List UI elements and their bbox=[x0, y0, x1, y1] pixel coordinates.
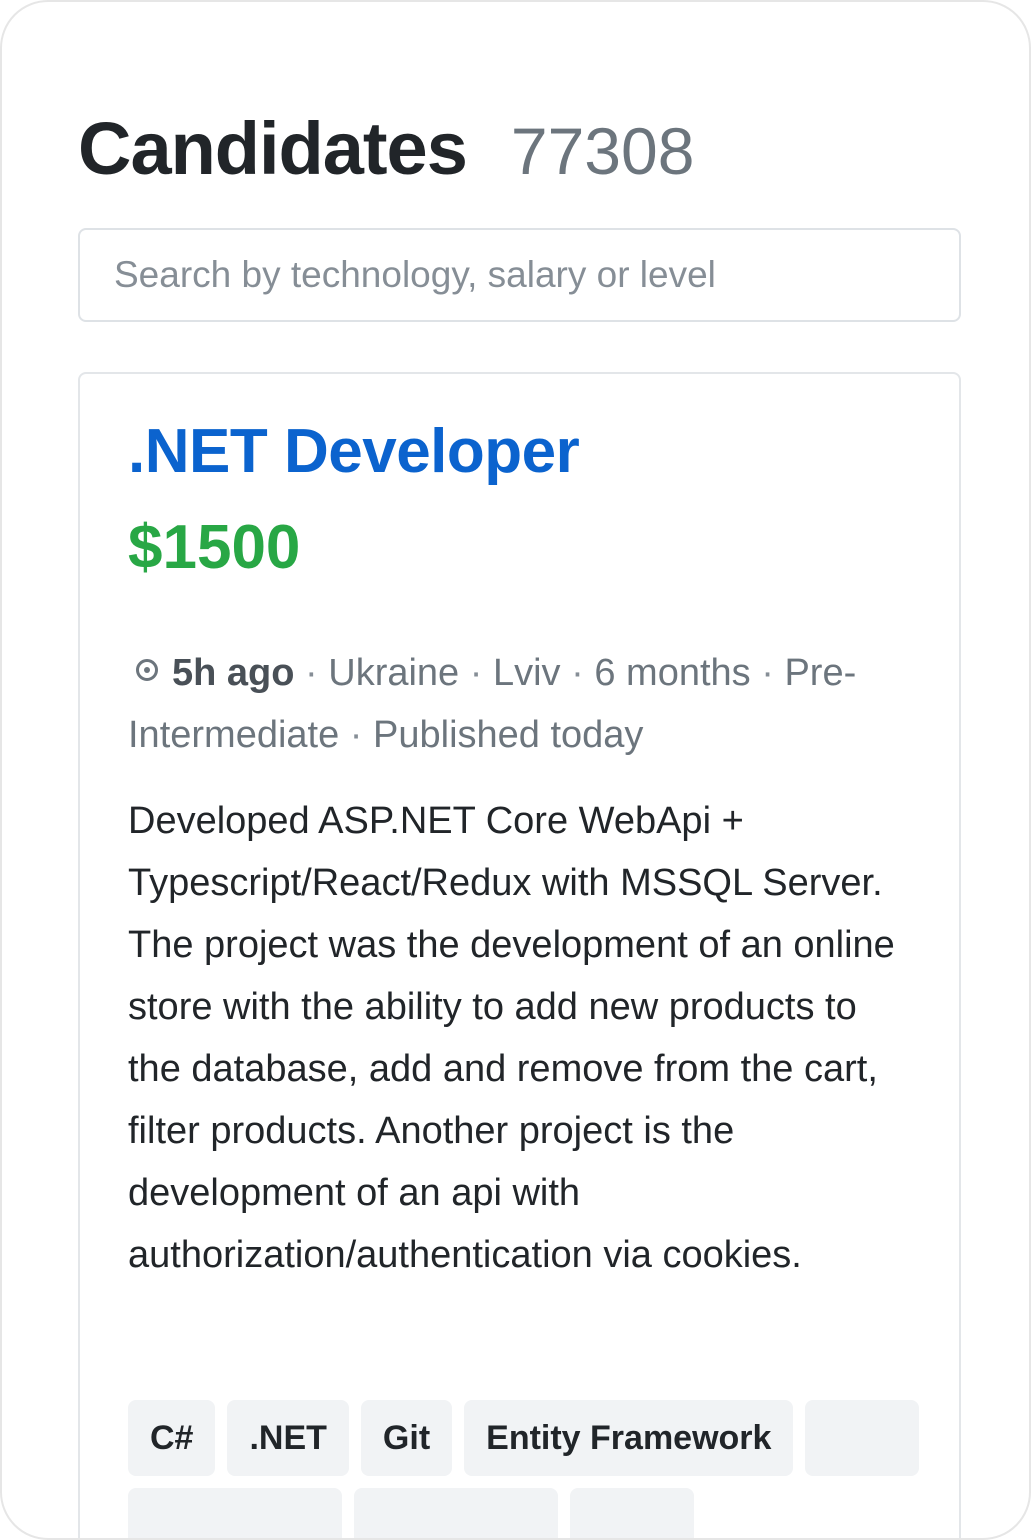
skill-tag[interactable]: Entity Framework bbox=[464, 1400, 794, 1476]
candidate-experience: 6 months bbox=[594, 652, 751, 694]
skill-tag-partial bbox=[570, 1488, 694, 1538]
skill-tag[interactable]: C# bbox=[128, 1400, 216, 1476]
skill-tag-partial bbox=[354, 1488, 558, 1538]
meta-separator: · bbox=[469, 652, 483, 694]
candidate-title-link[interactable]: .NET Developer bbox=[128, 416, 580, 487]
meta-separator: · bbox=[349, 714, 363, 756]
skill-tag[interactable]: .NET bbox=[227, 1400, 349, 1476]
meta-separator: · bbox=[305, 652, 318, 694]
page-header: Candidates 77308 bbox=[78, 106, 694, 191]
radio-dot-icon bbox=[136, 659, 158, 681]
meta-separator: · bbox=[571, 652, 584, 694]
meta-separator: · bbox=[761, 652, 774, 694]
skill-tags: C# .NET Git Entity Framework bbox=[128, 1400, 928, 1538]
page-title: Candidates bbox=[78, 107, 468, 190]
candidate-city: Lviv bbox=[492, 652, 561, 694]
candidate-published: Published today bbox=[373, 714, 644, 756]
app-screen: Candidates 77308 .NET Developer $1500 5h… bbox=[0, 0, 1031, 1540]
last-seen: 5h ago bbox=[172, 652, 295, 694]
candidate-meta: 5h ago · Ukraine · Lviv · 6 months · Pre… bbox=[128, 642, 908, 766]
candidate-country: Ukraine bbox=[328, 652, 460, 694]
candidate-description: Developed ASP.NET Core WebApi + Typescri… bbox=[128, 800, 895, 1276]
candidate-card[interactable]: .NET Developer $1500 5h ago · Ukraine · … bbox=[78, 372, 961, 1538]
skill-tag-partial bbox=[128, 1488, 342, 1538]
candidate-salary: $1500 bbox=[128, 513, 301, 582]
candidates-count: 77308 bbox=[510, 114, 695, 188]
search-input[interactable] bbox=[78, 228, 961, 322]
skill-tag[interactable]: Git bbox=[360, 1400, 453, 1476]
skill-tag-partial bbox=[805, 1400, 920, 1476]
